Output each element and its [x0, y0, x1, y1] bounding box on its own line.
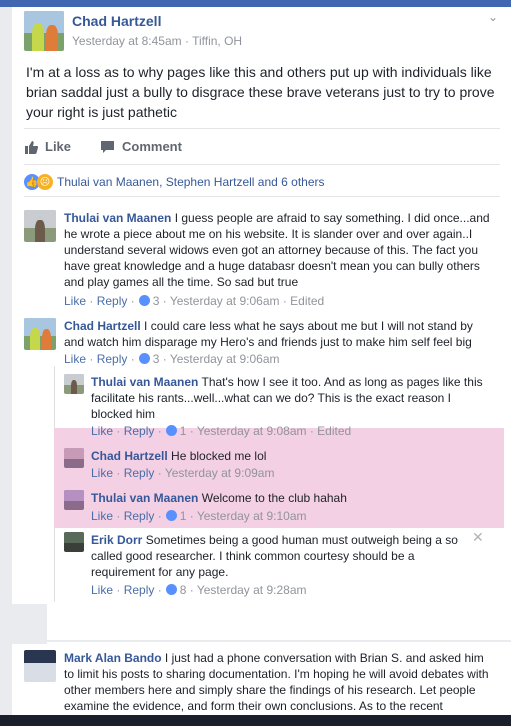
like-count-icon [165, 425, 177, 436]
like-count[interactable]: 3 [153, 352, 160, 366]
divider [24, 196, 500, 197]
reply-actions: Like · Reply · 1 · Yesterday at 9:10am [91, 509, 307, 523]
top-bar [0, 0, 511, 7]
divider [24, 128, 500, 129]
reply-like-link[interactable]: Like [91, 466, 113, 480]
comment-body: Chad Hartzell I could care less what he … [64, 318, 494, 350]
close-icon[interactable]: ✕ [472, 529, 484, 546]
reactions-summary[interactable]: 👍 ☹ Thulai van Maanen, Stephen Hartzell … [24, 174, 325, 190]
divider [12, 640, 511, 642]
comment-actions: Like · Reply · 3 · Yesterday at 9:06am · … [64, 294, 325, 308]
like-count-icon [165, 584, 177, 595]
reply-author[interactable]: Chad Hartzell [91, 449, 168, 463]
reply-text: Welcome to the club hahah [201, 491, 347, 505]
reply-like-link[interactable]: Like [91, 424, 113, 438]
comment-time[interactable]: Yesterday at 9:06am [170, 294, 280, 308]
comment-label: Comment [122, 139, 182, 154]
edited-label[interactable]: Edited [290, 294, 324, 308]
reply-time[interactable]: Yesterday at 9:10am [197, 509, 307, 523]
like-count[interactable]: 1 [180, 424, 187, 438]
comment-button[interactable]: Comment [100, 139, 182, 154]
reply-time[interactable]: Yesterday at 9:08am [197, 424, 307, 438]
taskbar [0, 715, 511, 726]
reply-reply-link[interactable]: Reply [124, 466, 155, 480]
chevron-down-icon[interactable]: ⌄ [488, 10, 500, 24]
reply-like-link[interactable]: Like [91, 583, 113, 597]
edited-label[interactable]: Edited [317, 424, 351, 438]
spacer [12, 604, 47, 644]
reply-avatar[interactable] [64, 532, 84, 552]
like-button[interactable]: Like [24, 139, 71, 154]
divider [24, 164, 500, 165]
comment-time[interactable]: Yesterday at 9:06am [170, 352, 280, 366]
comment-avatar[interactable] [24, 318, 56, 350]
like-count[interactable]: 3 [153, 294, 160, 308]
like-count[interactable]: 8 [180, 583, 187, 597]
reply-body: Thulai van Maanen Welcome to the club ha… [91, 490, 486, 506]
reply-text: Sometimes being a good human must outwei… [91, 533, 458, 579]
like-count-icon [138, 353, 150, 364]
comment-body: Mark Alan Bando I just had a phone conve… [64, 650, 494, 714]
reply-body: Thulai van Maanen That's how I see it to… [91, 374, 486, 422]
like-count[interactable]: 1 [180, 509, 187, 523]
comment-body: Thulai van Maanen I guess people are afr… [64, 210, 494, 290]
like-label: Like [45, 139, 72, 154]
reply-like-link[interactable]: Like [91, 509, 113, 523]
reply-time[interactable]: Yesterday at 9:28am [197, 583, 307, 597]
reply-avatar[interactable] [64, 448, 84, 468]
comment-avatar[interactable] [24, 650, 56, 682]
comment-reply-link[interactable]: Reply [97, 352, 128, 366]
comment-like-link[interactable]: Like [64, 294, 86, 308]
reply-author[interactable]: Thulai van Maanen [91, 491, 198, 505]
post-meta[interactable]: Yesterday at 8:45am · Tiffin, OH [72, 34, 242, 48]
post-author-name[interactable]: Chad Hartzell [72, 13, 161, 29]
thumbs-up-icon [25, 140, 38, 154]
comment-avatar[interactable] [24, 210, 56, 242]
post-text: I'm at a loss as to why pages like this … [26, 64, 495, 120]
comment-icon [101, 140, 114, 153]
sad-reaction-icon: ☹ [37, 174, 53, 190]
post-author-avatar[interactable] [24, 11, 64, 51]
comment-reply-link[interactable]: Reply [97, 294, 128, 308]
reply-body: Erik Dorr Sometimes being a good human m… [91, 532, 461, 580]
like-count-icon [165, 510, 177, 521]
reply-reply-link[interactable]: Reply [124, 424, 155, 438]
reply-author[interactable]: Erik Dorr [91, 533, 142, 547]
like-count-icon [138, 295, 150, 306]
reply-time[interactable]: Yesterday at 9:09am [165, 466, 275, 480]
reactions-text: Thulai van Maanen, Stephen Hartzell and … [57, 175, 325, 189]
reply-actions: Like · Reply · 1 · Yesterday at 9:08am · … [91, 424, 352, 438]
comment-author[interactable]: Mark Alan Bando [64, 651, 162, 665]
reply-avatar[interactable] [64, 490, 84, 510]
reply-actions: Like · Reply · 8 · Yesterday at 9:28am [91, 583, 307, 597]
comment-actions: Like · Reply · 3 · Yesterday at 9:06am [64, 352, 280, 366]
reply-text: He blocked me lol [171, 449, 267, 463]
reply-avatar[interactable] [64, 374, 84, 394]
reply-reply-link[interactable]: Reply [124, 509, 155, 523]
reply-author[interactable]: Thulai van Maanen [91, 375, 198, 389]
left-margin [0, 7, 12, 726]
reply-actions: Like · Reply · Yesterday at 9:09am [91, 466, 275, 480]
reply-reply-link[interactable]: Reply [124, 583, 155, 597]
comment-author[interactable]: Chad Hartzell [64, 319, 141, 333]
reply-body: Chad Hartzell He blocked me lol [91, 448, 486, 464]
spacer [47, 604, 511, 640]
comment-like-link[interactable]: Like [64, 352, 86, 366]
comment-author[interactable]: Thulai van Maanen [64, 211, 171, 225]
